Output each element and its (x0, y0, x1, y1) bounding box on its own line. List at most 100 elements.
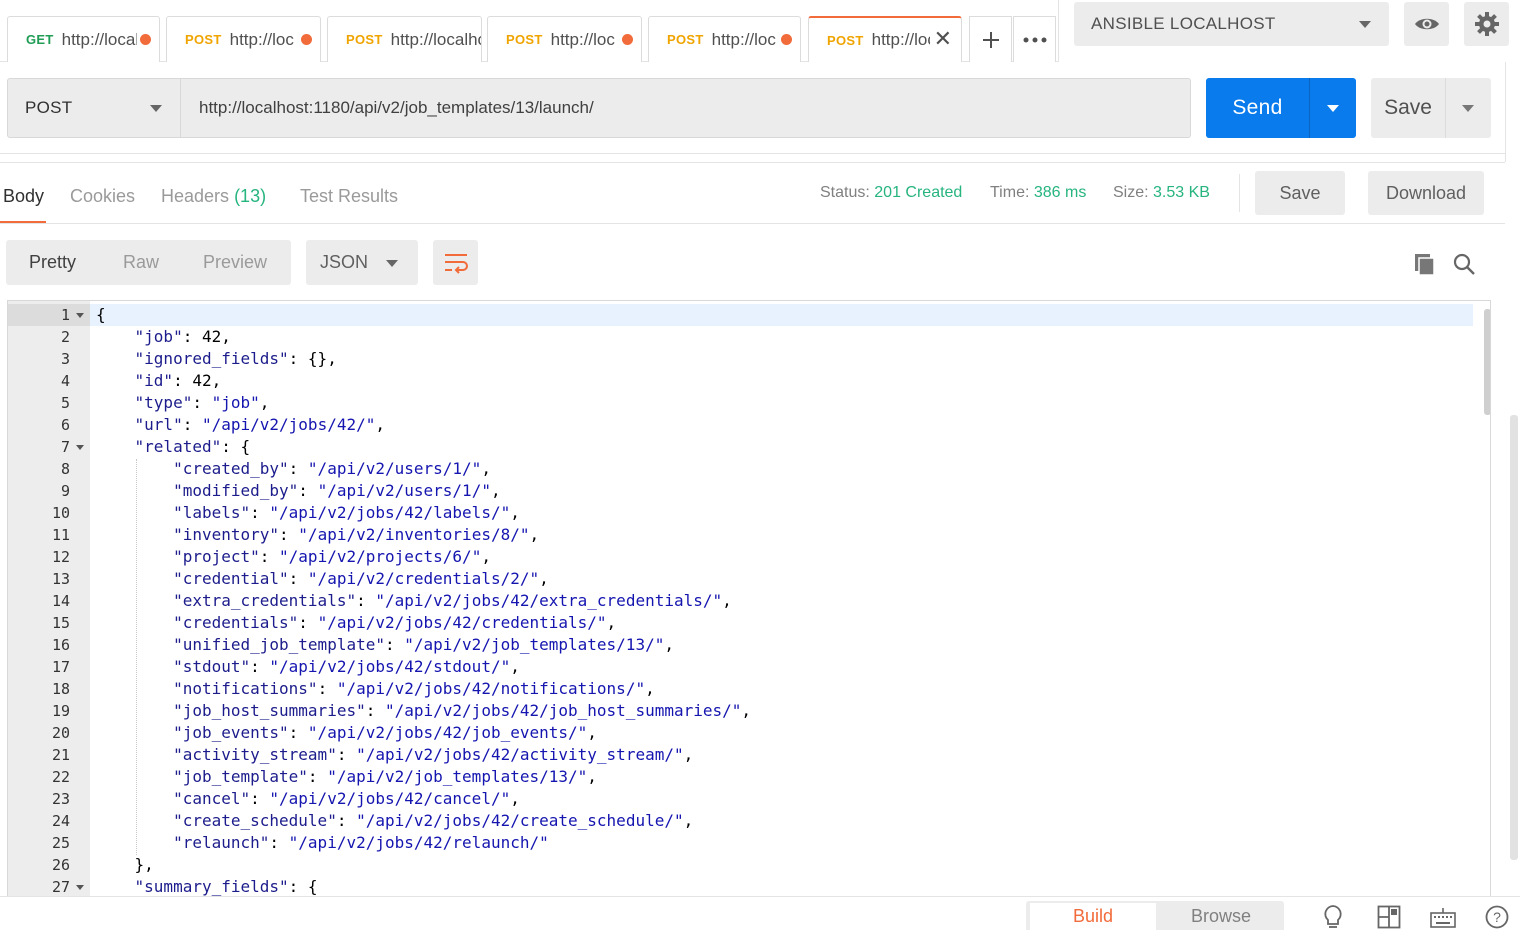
http-method-select[interactable]: POST (7, 78, 181, 138)
response-body-editor[interactable]: 1{2 "job": 42, 3 "ignored_fields": {}, 4 "… (7, 300, 1491, 900)
json-string: "job" (211, 393, 260, 412)
request-tab-5[interactable]: POST http://localhost:1180/api/v2/ (648, 16, 801, 62)
json-punctuation: : (259, 547, 280, 566)
request-url-input[interactable] (180, 78, 1191, 138)
code-text: "credential": "/api/v2/credentials/2/", (96, 568, 549, 590)
browse-mode-tab[interactable]: Browse (1160, 903, 1282, 930)
divider (0, 162, 1505, 163)
tab-test-results[interactable]: Test Results (300, 186, 398, 207)
request-tab-6-active[interactable]: POST http://localhost:1180/api/v2/ ✕ (808, 16, 962, 62)
fold-arrow-icon[interactable] (76, 885, 84, 890)
more-icon (1023, 37, 1046, 42)
json-key: "notifications" (173, 679, 318, 698)
status-value: 201 Created (874, 184, 963, 201)
http-method-label: POST (25, 98, 73, 117)
line-number: 26 (51, 856, 70, 874)
json-punctuation: : { (221, 437, 251, 456)
save-options-button[interactable] (1445, 78, 1491, 138)
build-mode-tab[interactable]: Build (1030, 903, 1156, 930)
json-string: "/api/v2/jobs/42/notifications/" (336, 679, 646, 698)
environment-label: ANSIBLE LOCALHOST (1091, 14, 1276, 33)
json-number: 42 (192, 371, 212, 390)
two-pane-view-button[interactable] (1376, 904, 1402, 930)
tab-method: POST (346, 32, 383, 47)
tab-method: GET (26, 32, 54, 47)
line-number: 3 (60, 350, 70, 368)
keyboard-shortcuts-button[interactable] (1430, 904, 1456, 930)
bootcamp-button[interactable] (1320, 904, 1346, 930)
unsaved-dot-icon (781, 34, 792, 45)
code-line: 19 "job_host_summaries": "/api/v2/jobs/4… (8, 700, 1478, 722)
wrap-lines-button[interactable] (433, 240, 478, 285)
code-line: 13 "credential": "/api/v2/credentials/2/… (8, 568, 1478, 590)
tab-url: http://localhost:1180/api/v2/ (711, 29, 776, 49)
more-tabs-button[interactable] (1013, 16, 1056, 62)
page-scrollbar[interactable] (1510, 415, 1518, 860)
close-icon[interactable]: ✕ (934, 28, 952, 50)
code-line: 2 "job": 42, (8, 326, 1478, 348)
request-tab-4[interactable]: POST http://localhost:1180/api/v2/ (487, 16, 642, 62)
json-punctuation: , (683, 745, 694, 764)
code-text: "id": 42, (96, 370, 222, 392)
code-line: 24 "create_schedule": "/api/v2/jobs/42/c… (8, 810, 1478, 832)
fold-arrow-icon[interactable] (76, 313, 84, 318)
view-preview[interactable]: Preview (203, 252, 267, 273)
code-line: 22 "job_template": "/api/v2/job_template… (8, 766, 1478, 788)
json-key: "extra_credentials" (173, 591, 357, 610)
view-raw[interactable]: Raw (123, 252, 159, 273)
environment-select[interactable]: ANSIBLE LOCALHOST (1074, 2, 1389, 46)
code-text: "job_template": "/api/v2/job_templates/1… (96, 766, 597, 788)
line-number: 24 (51, 812, 70, 830)
code-line: 27 "summary_fields": { (8, 876, 1478, 898)
tab-body[interactable]: Body (3, 186, 44, 207)
send-button[interactable]: Send (1206, 78, 1309, 138)
json-punctuation: : (298, 613, 318, 632)
json-punctuation: : {}, (288, 349, 337, 368)
language-select[interactable]: JSON (306, 240, 418, 285)
chevron-down-icon (150, 105, 162, 112)
json-key: "id" (134, 371, 174, 390)
manage-environments-button[interactable] (1464, 2, 1509, 46)
fold-arrow-icon[interactable] (76, 445, 84, 450)
download-response-button[interactable]: Download (1368, 171, 1484, 215)
json-key: "url" (134, 415, 183, 434)
tab-headers[interactable]: Headers (13) (161, 186, 266, 207)
json-key: "created_by" (173, 459, 289, 478)
save-response-button[interactable]: Save (1255, 171, 1345, 215)
view-pretty[interactable]: Pretty (29, 252, 76, 273)
code-text: "related": { (96, 436, 251, 458)
json-punctuation: , (510, 789, 520, 808)
chevron-down-icon (1359, 21, 1371, 28)
code-line: 17 "stdout": "/api/v2/jobs/42/stdout/", (8, 656, 1478, 678)
json-key: "inventory" (173, 525, 280, 544)
help-button[interactable]: ? (1484, 904, 1510, 930)
tab-cookies[interactable]: Cookies (70, 186, 135, 207)
request-tab-1[interactable]: GET http://localhost:1180/api/v2/ (7, 16, 160, 62)
json-punctuation: , (606, 613, 617, 632)
json-punctuation: , (510, 503, 520, 522)
code-lines: 1{2 "job": 42, 3 "ignored_fields": {}, 4 "… (8, 304, 1478, 898)
json-punctuation: : (269, 833, 289, 852)
header-divider (1058, 0, 1059, 62)
new-tab-button[interactable] (969, 16, 1012, 62)
copy-button[interactable] (1412, 251, 1438, 277)
json-punctuation: : (365, 701, 385, 720)
line-number: 10 (51, 504, 70, 522)
request-tab-3[interactable]: POST http://localhost:1180/api/v2/ (327, 16, 482, 62)
request-tab-2[interactable]: POST http://localhost:1180/api/v2/ (166, 16, 321, 62)
json-punctuation: , (664, 635, 674, 654)
code-text: "extra_credentials": "/api/v2/jobs/42/ex… (96, 590, 732, 612)
tab-url: http://localhost:1180/api/v2/ (390, 29, 481, 49)
code-line: 23 "cancel": "/api/v2/jobs/42/cancel/", (8, 788, 1478, 810)
code-line: 10 "labels": "/api/v2/jobs/42/labels/", (8, 502, 1478, 524)
save-request-button[interactable]: Save (1371, 78, 1445, 138)
send-options-button[interactable] (1309, 78, 1356, 138)
editor-scrollbar[interactable] (1484, 309, 1490, 415)
json-punctuation: : (288, 569, 308, 588)
environment-quick-look-button[interactable] (1404, 2, 1449, 46)
search-button[interactable] (1451, 251, 1477, 277)
code-text: { (96, 304, 106, 326)
code-line: 5 "type": "job", (8, 392, 1478, 414)
line-number: 13 (51, 570, 70, 588)
code-text: "inventory": "/api/v2/inventories/8/", (96, 524, 539, 546)
